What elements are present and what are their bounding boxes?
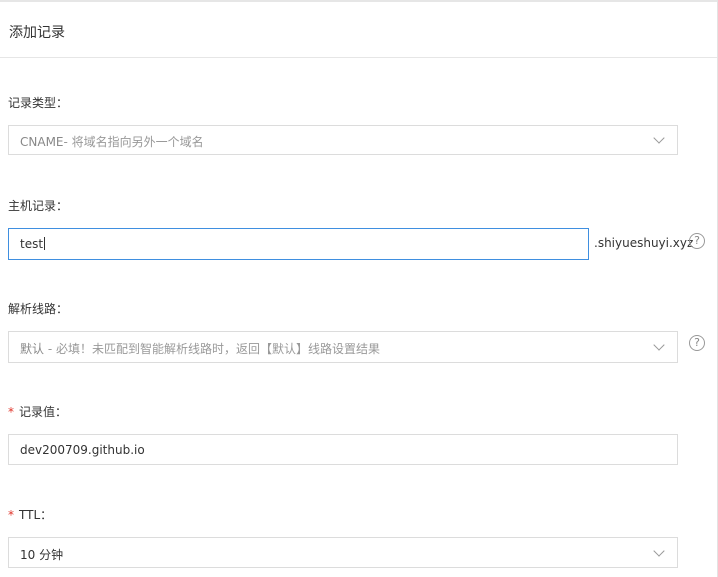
chevron-down-icon: [653, 339, 665, 351]
ttl-select[interactable]: 10 分钟: [8, 537, 678, 568]
required-mark: *: [8, 508, 14, 522]
chevron-down-icon: [653, 545, 665, 557]
record-type-value: CNAME- 将域名指向另外一个域名: [20, 135, 204, 149]
record-type-label: 记录类型：: [8, 96, 69, 110]
host-record-label: 主机记录：: [8, 199, 69, 213]
ttl-value: 10 分钟: [20, 548, 64, 562]
dialog-title: 添加记录: [9, 25, 65, 41]
chevron-down-icon: [653, 132, 665, 144]
question-icon[interactable]: ?: [689, 233, 705, 249]
domain-suffix: .shiyueshuyi.xyz: [594, 236, 694, 250]
resolve-line-select[interactable]: 默认 - 必填！未匹配到智能解析线路时，返回【默认】线路设置结果: [8, 331, 678, 363]
resolve-line-label: 解析线路：: [8, 302, 69, 316]
record-value-label: * 记录值：: [8, 405, 68, 419]
host-record-input[interactable]: test: [8, 228, 589, 260]
question-icon[interactable]: ?: [689, 335, 705, 351]
text-caret: [44, 237, 46, 250]
record-value-input[interactable]: dev200709.github.io: [8, 434, 678, 465]
ttl-label: * TTL：: [8, 508, 53, 522]
host-record-value: test: [20, 237, 46, 251]
dialog-header: 添加记录: [0, 2, 717, 58]
resolve-line-value: 默认 - 必填！未匹配到智能解析线路时，返回【默认】线路设置结果: [20, 342, 380, 356]
record-value-text: dev200709.github.io: [20, 443, 145, 457]
required-mark: *: [8, 405, 14, 419]
record-type-select[interactable]: CNAME- 将域名指向另外一个域名: [8, 125, 678, 155]
